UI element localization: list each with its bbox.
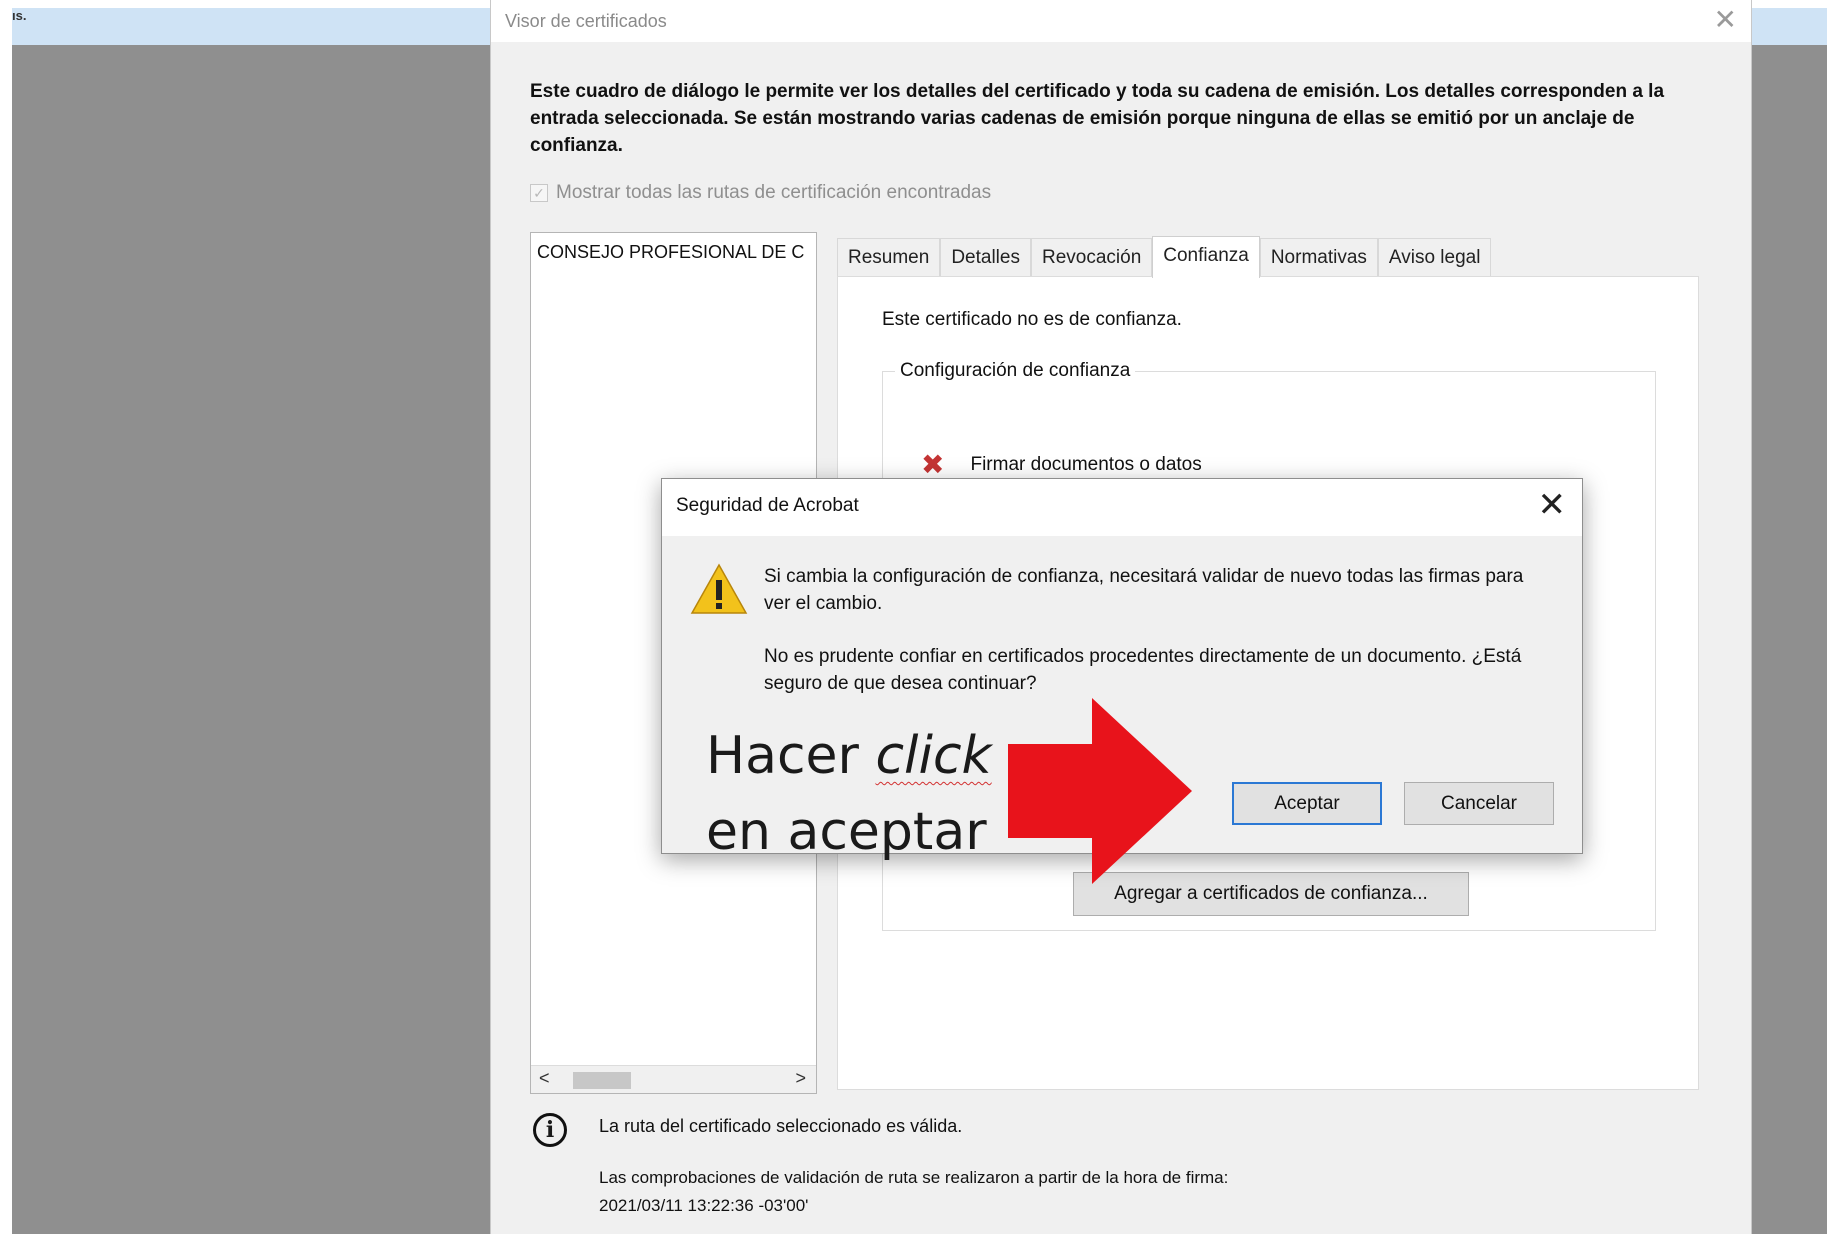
viewer-intro-text: Este cuadro de diálogo le permite ver lo… [530, 81, 1665, 156]
red-arrow-icon [1008, 698, 1192, 884]
cancel-button[interactable]: Cancelar [1404, 782, 1554, 825]
accept-button[interactable]: Aceptar [1232, 782, 1382, 825]
security-message-1: Si cambia la configuración de confianza,… [764, 566, 1524, 614]
trust-item-label: Firmar documentos o datos [970, 454, 1202, 475]
viewer-titlebar: Visor de certificados ✕ [491, 0, 1751, 42]
tab-aviso-legal[interactable]: Aviso legal [1377, 238, 1492, 276]
signing-time: 2021/03/11 13:22:36 -03'00' [599, 1196, 809, 1215]
info-icon: i [533, 1113, 567, 1147]
scroll-left-icon[interactable]: < [539, 1068, 550, 1089]
tab-confianza[interactable]: Confianza [1152, 236, 1260, 278]
viewer-close-icon[interactable]: ✕ [1714, 4, 1737, 36]
trust-settings-label: Configuración de confianza [895, 360, 1136, 382]
path-valid-text: La ruta del certificado seleccionado es … [599, 1116, 963, 1136]
tab-revocacion[interactable]: Revocación [1030, 238, 1153, 276]
annotation-text: Hacer click en aceptar [706, 718, 992, 870]
scroll-right-icon[interactable]: > [795, 1068, 806, 1089]
trust-status-text: Este certificado no es de confianza. [882, 309, 1182, 330]
tree-item[interactable]: CONSEJO PROFESIONAL DE C [537, 242, 804, 263]
tab-detalles[interactable]: Detalles [940, 238, 1031, 276]
show-all-paths-label: Mostrar todas las rutas de certificación… [556, 182, 992, 203]
tab-resumen[interactable]: Resumen [837, 238, 941, 276]
background-title: ıs. [12, 8, 27, 23]
scroll-thumb[interactable] [573, 1072, 631, 1089]
show-all-paths-checkbox[interactable]: ✓ Mostrar todas las rutas de certificaci… [530, 182, 991, 204]
x-icon: ✖ [921, 449, 945, 480]
viewer-title: Visor de certificados [505, 11, 667, 31]
trust-item-sign: ✖ Firmar documentos o datos [921, 449, 1202, 480]
annotation-line-1: Hacer click [706, 718, 992, 794]
warning-icon [690, 563, 748, 614]
certificate-tabs: Resumen Detalles Revocación Confianza No… [837, 236, 1492, 278]
security-titlebar: Seguridad de Acrobat ✕ [662, 479, 1582, 536]
validation-checks-text: Las comprobaciones de validación de ruta… [599, 1168, 1229, 1187]
annotation-emphasis: click [875, 726, 992, 786]
checkmark-icon[interactable]: ✓ [530, 184, 548, 202]
security-title: Seguridad de Acrobat [676, 495, 859, 516]
annotation-line-2: en aceptar [706, 802, 987, 862]
annotation-prefix: Hacer [706, 726, 876, 786]
tab-normativas[interactable]: Normativas [1259, 238, 1378, 276]
security-message-2: No es prudente confiar en certificados p… [764, 646, 1522, 694]
horizontal-scrollbar[interactable]: < > [531, 1065, 816, 1093]
security-close-icon[interactable]: ✕ [1538, 485, 1567, 525]
